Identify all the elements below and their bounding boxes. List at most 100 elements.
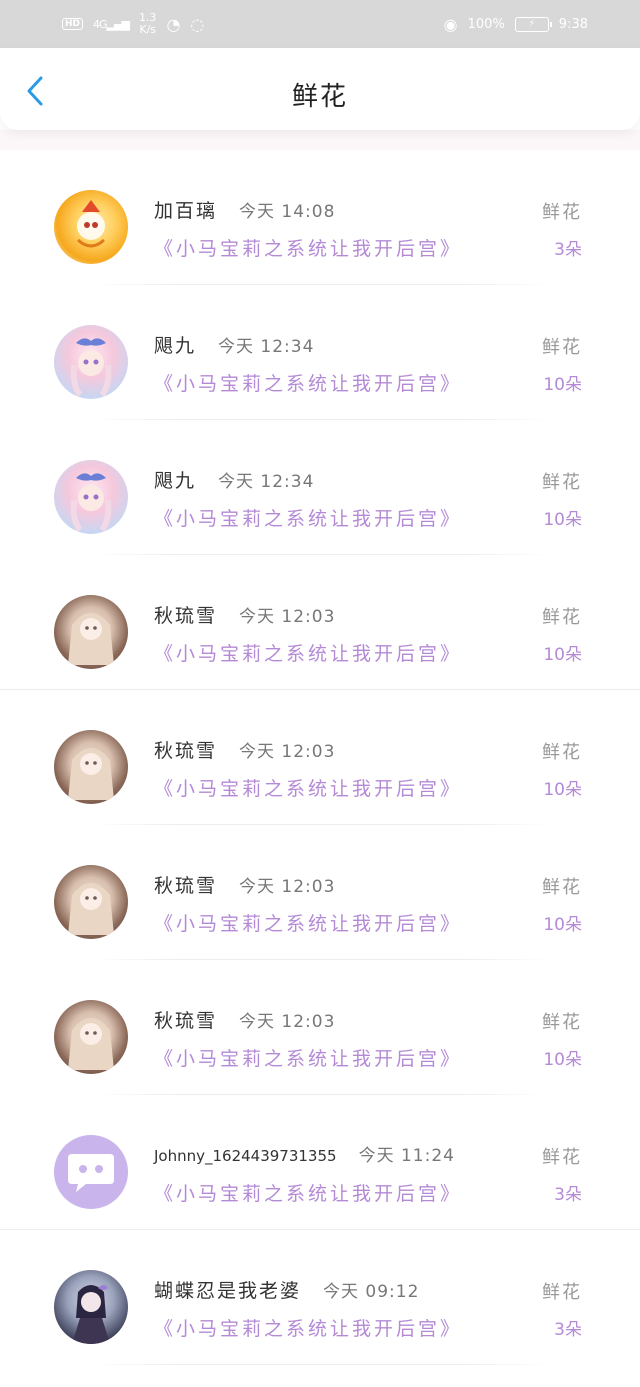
avatar[interactable] — [54, 460, 128, 534]
book-title-link[interactable]: 《小马宝莉之系统让我开后宫》 — [154, 234, 462, 261]
chat-bubble-avatar-icon — [68, 1154, 114, 1192]
sender-line: 飓九 今天 12:34 — [154, 466, 314, 493]
blonde-girl-avatar-icon — [68, 748, 114, 800]
battery-percent: 100% — [467, 16, 505, 32]
blonde-girl-avatar-icon — [68, 1018, 114, 1070]
send-time: 今天 12:03 — [239, 1012, 336, 1032]
send-time: 今天 09:12 — [323, 1282, 420, 1302]
sender-line: 蝴蝶忍是我老婆 今天 09:12 — [154, 1276, 419, 1303]
wechat-icon: ◌ — [190, 14, 205, 34]
sender-name: Johnny_1624439731355 — [154, 1147, 337, 1165]
sender-name: 秋琉雪 — [154, 740, 218, 762]
gift-type: 鲜花 — [542, 337, 582, 358]
blonde-girl-avatar-icon — [68, 613, 114, 665]
list-item[interactable]: Johnny_1624439731355 今天 11:24 《小马宝莉之系统让我… — [0, 1095, 640, 1230]
gift-count: 10朵 — [543, 915, 582, 935]
avatar[interactable] — [54, 1135, 128, 1209]
list-item[interactable]: 蝴蝶忍是我老婆 今天 09:12 《小马宝莉之系统让我开后宫》 鲜花 3朵 — [0, 1230, 640, 1365]
battery-icon: ⚡ — [514, 16, 552, 32]
send-time: 今天 12:03 — [239, 742, 336, 762]
gift-count: 3朵 — [554, 1185, 582, 1205]
book-title-link[interactable]: 《小马宝莉之系统让我开后宫》 — [154, 369, 462, 396]
sender-name: 秋琉雪 — [154, 875, 218, 897]
sender-line: 秋琉雪 今天 12:03 — [154, 601, 335, 628]
status-bar-right: ◉ 100% ⚡ 9:38 — [444, 15, 588, 34]
eye-icon: ◉ — [443, 14, 458, 34]
book-title-link[interactable]: 《小马宝莉之系统让我开后宫》 — [154, 1179, 462, 1206]
gift-type: 鲜花 — [542, 742, 582, 763]
avatar[interactable] — [54, 730, 128, 804]
book-title-link[interactable]: 《小马宝莉之系统让我开后宫》 — [154, 639, 462, 666]
list-item[interactable]: 加百璃 今天 14:08 《小马宝莉之系统让我开后宫》 鲜花 3朵 — [0, 150, 640, 285]
gift-count: 3朵 — [554, 1320, 582, 1340]
avatar[interactable] — [54, 325, 128, 399]
sender-name: 加百璃 — [154, 200, 218, 222]
gift-type: 鲜花 — [542, 202, 582, 223]
sender-line: 加百璃 今天 14:08 — [154, 196, 335, 223]
row-divider — [90, 1364, 550, 1365]
sender-line: 秋琉雪 今天 12:03 — [154, 1006, 335, 1033]
book-title-link[interactable]: 《小马宝莉之系统让我开后宫》 — [154, 504, 462, 531]
clock: 9:38 — [558, 16, 588, 32]
anime-girl-avatar-icon — [70, 338, 112, 397]
gift-count: 10朵 — [543, 1050, 582, 1070]
avatar[interactable] — [54, 865, 128, 939]
send-time: 今天 11:24 — [358, 1146, 455, 1166]
network-type: 4G — [93, 17, 107, 31]
book-title-link[interactable]: 《小马宝莉之系统让我开后宫》 — [154, 1044, 462, 1071]
gift-type: 鲜花 — [542, 1012, 582, 1033]
header-divider-band — [0, 130, 640, 150]
book-title-link[interactable]: 《小马宝莉之系统让我开后宫》 — [154, 909, 462, 936]
network-speed: 1.3 K/s — [139, 12, 157, 36]
gift-count: 10朵 — [543, 375, 582, 395]
qq-icon: ◔ — [166, 14, 181, 34]
speed-unit: K/s — [139, 23, 157, 36]
gift-count: 10朵 — [543, 780, 582, 800]
send-time: 今天 12:34 — [218, 472, 315, 492]
list-item[interactable]: 秋琉雪 今天 12:03 《小马宝莉之系统让我开后宫》 鲜花 10朵 — [0, 960, 640, 1095]
page-title: 鲜花 — [291, 82, 348, 112]
sender-name: 飓九 — [154, 470, 197, 492]
gift-type: 鲜花 — [542, 607, 582, 628]
gift-record-list: 加百璃 今天 14:08 《小马宝莉之系统让我开后宫》 鲜花 3朵 飓九 今天 … — [0, 150, 640, 1365]
butterfly-girl-avatar-icon — [72, 1285, 110, 1344]
gift-type: 鲜花 — [542, 1282, 582, 1303]
gift-type: 鲜花 — [542, 1147, 582, 1168]
send-time: 今天 12:03 — [239, 877, 336, 897]
sender-line: 飓九 今天 12:34 — [154, 331, 314, 358]
avatar[interactable] — [54, 190, 128, 264]
gift-count: 10朵 — [543, 645, 582, 665]
signal-icon: 4G▂▄▆ — [93, 17, 130, 31]
gift-count: 10朵 — [543, 510, 582, 530]
avatar[interactable] — [54, 595, 128, 669]
send-time: 今天 14:08 — [239, 202, 336, 222]
list-item[interactable]: 秋琉雪 今天 12:03 《小马宝莉之系统让我开后宫》 鲜花 10朵 — [0, 690, 640, 825]
sender-line: Johnny_1624439731355 今天 11:24 — [154, 1141, 455, 1166]
status-bar-left: HD 4G▂▄▆ 1.3 K/s ◔ ◌ — [62, 12, 204, 36]
sender-line: 秋琉雪 今天 12:03 — [154, 736, 335, 763]
app-header: 鲜花 — [0, 48, 640, 130]
list-item[interactable]: 秋琉雪 今天 12:03 《小马宝莉之系统让我开后宫》 鲜花 10朵 — [0, 555, 640, 690]
send-time: 今天 12:03 — [239, 607, 336, 627]
sender-name: 蝴蝶忍是我老婆 — [154, 1280, 302, 1302]
send-time: 今天 12:34 — [218, 337, 315, 357]
blonde-girl-avatar-icon — [68, 883, 114, 935]
sender-line: 秋琉雪 今天 12:03 — [154, 871, 335, 898]
sender-name: 秋琉雪 — [154, 605, 218, 627]
list-item[interactable]: 飓九 今天 12:34 《小马宝莉之系统让我开后宫》 鲜花 10朵 — [0, 420, 640, 555]
sender-name: 秋琉雪 — [154, 1010, 218, 1032]
gift-count: 3朵 — [554, 240, 582, 260]
book-title-link[interactable]: 《小马宝莉之系统让我开后宫》 — [154, 1314, 462, 1341]
gift-type: 鲜花 — [542, 472, 582, 493]
signal-bars: ▂▄▆ — [106, 17, 130, 31]
list-item[interactable]: 飓九 今天 12:34 《小马宝莉之系统让我开后宫》 鲜花 10朵 — [0, 285, 640, 420]
anime-girl-avatar-icon — [70, 473, 112, 532]
pony-avatar-icon — [76, 200, 106, 248]
gift-type: 鲜花 — [542, 877, 582, 898]
avatar[interactable] — [54, 1000, 128, 1074]
status-bar: HD 4G▂▄▆ 1.3 K/s ◔ ◌ ◉ 100% ⚡ 9:38 — [0, 0, 640, 48]
hd-badge: HD — [62, 18, 84, 30]
list-item[interactable]: 秋琉雪 今天 12:03 《小马宝莉之系统让我开后宫》 鲜花 10朵 — [0, 825, 640, 960]
avatar[interactable] — [54, 1270, 128, 1344]
book-title-link[interactable]: 《小马宝莉之系统让我开后宫》 — [154, 774, 462, 801]
